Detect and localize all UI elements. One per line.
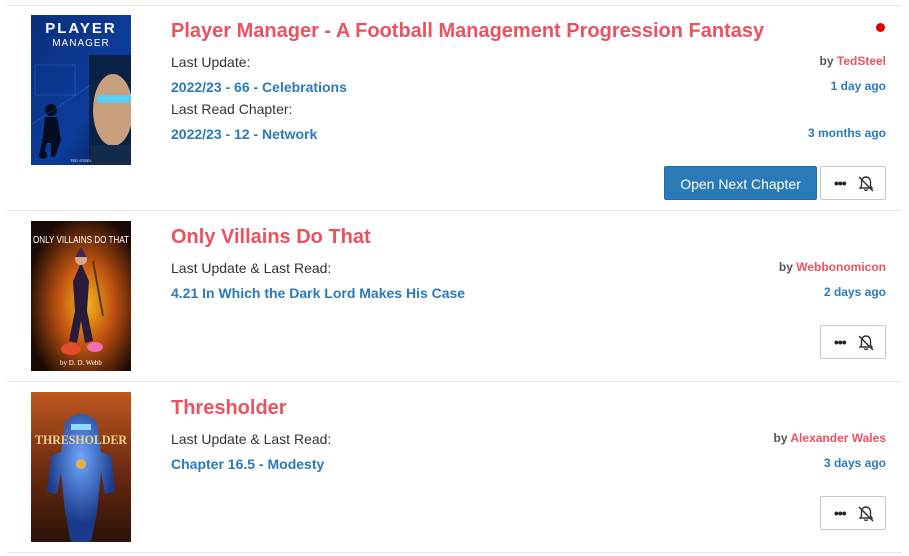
cover-title-text: MANAGER: [52, 38, 110, 49]
last-update-time: 3 days ago: [823, 456, 886, 470]
cover-title-text: ONLY VILLAINS DO THAT: [33, 234, 129, 246]
by-label: by: [819, 54, 834, 68]
more-options-button[interactable]: •••: [820, 325, 886, 359]
last-update-read-label: Last Update & Last Read:: [171, 431, 332, 447]
last-read-label: Last Read Chapter:: [171, 101, 293, 117]
bell-slash-icon: [858, 335, 874, 351]
bell-slash-icon: [858, 506, 874, 522]
last-read-chapter-link[interactable]: 4.21 In Which the Dark Lord Makes His Ca…: [171, 285, 465, 301]
last-update-time: 2 days ago: [823, 285, 886, 299]
ellipsis-icon: •••: [834, 505, 847, 521]
fiction-title[interactable]: Thresholder: [171, 397, 287, 420]
ellipsis-icon: •••: [834, 175, 847, 191]
cover-image[interactable]: THRESHOLDER: [31, 392, 131, 542]
more-options-button[interactable]: •••: [820, 166, 886, 200]
open-next-chapter-button[interactable]: Open Next Chapter: [664, 166, 817, 200]
fiction-title[interactable]: Player Manager - A Football Management P…: [171, 20, 764, 43]
last-read-time: 3 months ago: [807, 126, 886, 140]
author-line: by TedSteel: [820, 54, 886, 68]
author-line: by Alexander Wales: [773, 431, 886, 445]
author-line: by Webbonomicon: [779, 260, 886, 274]
cover-image[interactable]: ONLY VILLAINS DO THAT by D. D. Webb: [31, 221, 131, 371]
author-link[interactable]: Webbonomicon: [796, 260, 886, 274]
last-update-chapter-link[interactable]: 2022/23 - 66 - Celebrations: [171, 79, 347, 95]
last-update-label: Last Update:: [171, 54, 251, 70]
cover-author-text: TED STEEL: [70, 158, 93, 163]
more-options-button[interactable]: •••: [820, 496, 886, 530]
last-read-chapter-link[interactable]: Chapter 16.5 - Modesty: [171, 456, 324, 472]
cover-title-text: PLAYER: [45, 20, 116, 37]
author-link[interactable]: TedSteel: [837, 54, 886, 68]
by-label: by: [773, 431, 788, 445]
last-update-read-label: Last Update & Last Read:: [171, 260, 332, 276]
divider: [7, 210, 902, 211]
cover-image[interactable]: PLAYER MANAGER TED STEEL: [31, 15, 131, 165]
divider: [7, 5, 902, 6]
unread-indicator: [876, 23, 885, 32]
ellipsis-icon: •••: [834, 334, 847, 350]
cover-title-text: THRESHOLDER: [35, 432, 128, 447]
bell-slash-icon: [858, 176, 874, 192]
divider: [7, 381, 902, 382]
cover-author-text: by D. D. Webb: [60, 359, 102, 367]
by-label: by: [778, 260, 793, 274]
last-update-time: 1 day ago: [830, 79, 886, 93]
author-link[interactable]: Alexander Wales: [790, 431, 886, 445]
divider: [7, 552, 902, 553]
last-read-chapter-link[interactable]: 2022/23 - 12 - Network: [171, 126, 317, 142]
fiction-title[interactable]: Only Villains Do That: [171, 226, 371, 249]
